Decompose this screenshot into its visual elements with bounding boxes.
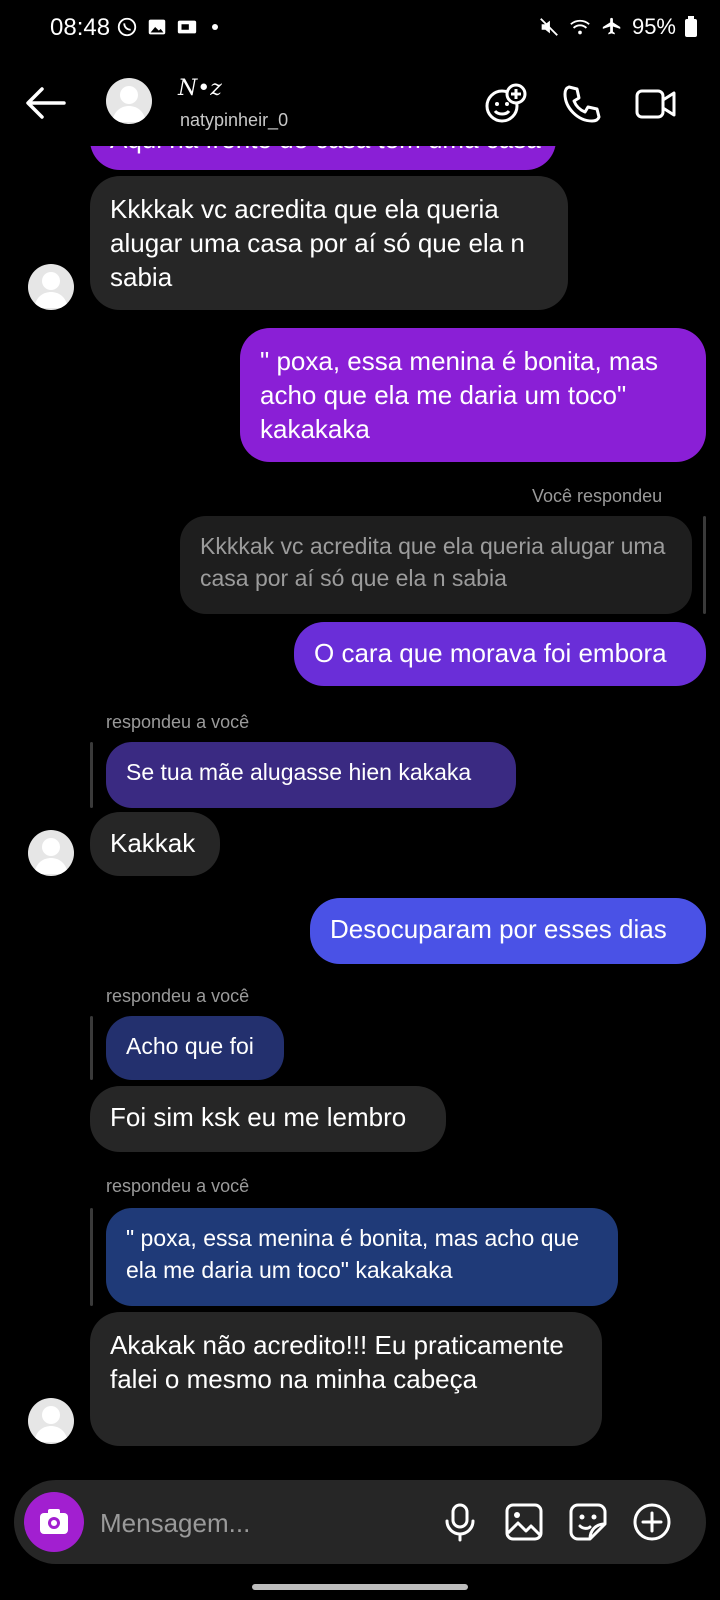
sender-avatar[interactable] [28, 1398, 74, 1444]
reply-label: respondeu a você [106, 986, 250, 1006]
airplane-icon [602, 17, 621, 35]
add-icon[interactable] [630, 1500, 674, 1544]
mute-icon [540, 18, 558, 36]
reply-label: Você respondeu [532, 486, 663, 506]
message-list[interactable]: Aqui na frente de casa tem uma casa Kkkk… [0, 146, 720, 1476]
wifi-icon [570, 19, 590, 35]
quote-bar [703, 516, 706, 614]
default-avatar-icon [34, 1406, 68, 1442]
microphone-icon[interactable] [438, 1500, 482, 1544]
message-incoming[interactable]: Kkkkak vc acredita que ela queria alugar… [90, 176, 568, 310]
message-composer [14, 1480, 706, 1564]
quoted-message[interactable]: Kkkkak vc acredita que ela queria alugar… [180, 516, 692, 614]
message-incoming[interactable]: Akakak não acredito!!! Eu praticamente f… [90, 1312, 602, 1446]
quoted-text: Se tua mãe alugasse hien kakaka [126, 759, 472, 785]
quoted-text: Kkkkak vc acredita que ela queria alugar… [200, 533, 666, 591]
message-outgoing[interactable]: Desocuparam por esses dias [310, 898, 706, 964]
contact-username[interactable]: natypinheir_0 [180, 110, 288, 131]
default-avatar-icon [34, 272, 68, 308]
effects-icon[interactable] [484, 82, 528, 126]
video-icon[interactable] [634, 82, 678, 126]
sender-avatar[interactable] [28, 830, 74, 876]
contact-avatar[interactable] [106, 78, 152, 124]
home-indicator[interactable] [252, 1584, 468, 1590]
gallery-icon[interactable] [502, 1500, 546, 1544]
message-text: Kakkak [110, 828, 196, 858]
default-avatar-icon [34, 838, 68, 874]
sender-avatar[interactable] [28, 264, 74, 310]
message-text: Kkkkak vc acredita que ela queria alugar… [110, 194, 525, 292]
notification-dot [212, 24, 218, 30]
contact-display-name[interactable]: N•z [178, 76, 222, 101]
message-text: Foi sim ksk eu me lembro [110, 1102, 407, 1132]
message-text: O cara que morava foi embora [314, 638, 667, 668]
reply-label: respondeu a você [106, 712, 250, 732]
phone-icon[interactable] [560, 82, 604, 126]
camera-button[interactable] [24, 1492, 84, 1552]
message-incoming[interactable]: Kakkak [90, 812, 220, 876]
default-avatar-icon [112, 86, 146, 122]
status-time: 08:48 [50, 14, 111, 41]
whatsapp-icon [117, 17, 137, 37]
message-text: " poxa, essa menina é bonita, mas acho q… [260, 346, 659, 444]
message-outgoing[interactable]: O cara que morava foi embora [294, 622, 706, 686]
message-outgoing[interactable]: " poxa, essa menina é bonita, mas acho q… [240, 328, 706, 462]
gallery-icon [148, 19, 166, 35]
quoted-text: " poxa, essa menina é bonita, mas acho q… [126, 1225, 580, 1283]
message-incoming[interactable]: Foi sim ksk eu me lembro [90, 1086, 446, 1152]
quote-bar [90, 1016, 93, 1080]
sticker-icon[interactable] [566, 1500, 610, 1544]
reply-label: respondeu a você [106, 1176, 250, 1196]
battery-percent: 95% [631, 14, 676, 39]
quote-bar [90, 1208, 93, 1306]
quoted-message[interactable]: " poxa, essa menina é bonita, mas acho q… [106, 1208, 618, 1306]
quoted-message[interactable]: Se tua mãe alugasse hien kakaka [106, 742, 516, 808]
quote-bar [90, 742, 93, 808]
chat-header: N•z natypinheir_0 [0, 62, 720, 146]
quoted-message[interactable]: Acho que foi [106, 1016, 284, 1080]
message-text: Desocuparam por esses dias [330, 914, 667, 944]
message-text: Aqui na frente de casa tem uma casa [110, 146, 541, 154]
tv-icon [177, 20, 197, 34]
message-outgoing[interactable]: Aqui na frente de casa tem uma casa [90, 146, 556, 170]
status-bar: 08:48 95% [0, 0, 720, 60]
battery-icon [685, 16, 697, 37]
camera-icon [40, 1509, 68, 1534]
quoted-text: Acho que foi [126, 1033, 254, 1059]
back-arrow-icon[interactable] [24, 84, 66, 122]
message-input[interactable] [98, 1500, 402, 1546]
message-text: Akakak não acredito!!! Eu praticamente f… [110, 1330, 564, 1394]
